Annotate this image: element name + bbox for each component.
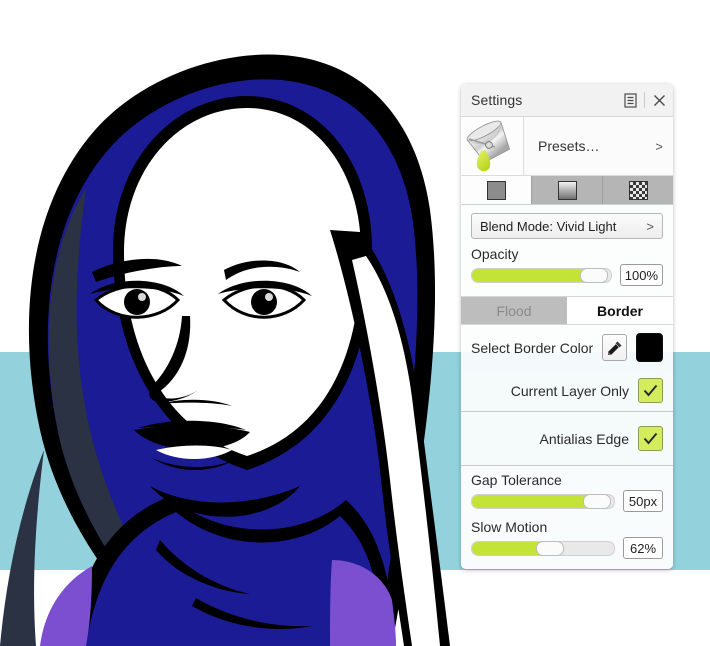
settings-panel[interactable]: Settings Presets… > Blend Mode: Vivid Li… bbox=[461, 84, 673, 569]
gradient-fill-tab[interactable] bbox=[532, 176, 603, 204]
slow-motion-label: Slow Motion bbox=[471, 519, 548, 535]
mode-tabs[interactable]: Flood Border bbox=[461, 296, 673, 325]
presets-button[interactable]: Presets… > bbox=[524, 117, 673, 175]
current-layer-only-label: Current Layer Only bbox=[510, 382, 629, 399]
check-icon bbox=[643, 384, 658, 397]
eyedropper-icon[interactable] bbox=[602, 334, 628, 361]
blend-opacity-section: Blend Mode: Vivid Light > Opacity 100% bbox=[461, 205, 673, 296]
chevron-right-icon: > bbox=[655, 138, 663, 154]
gap-tolerance-control[interactable]: Gap Tolerance 50px bbox=[471, 472, 663, 512]
chevron-right-icon: > bbox=[646, 218, 654, 234]
blend-mode-label: Blend Mode: Vivid Light bbox=[480, 218, 617, 234]
gap-tolerance-slider-track[interactable] bbox=[471, 493, 615, 509]
tolerance-section: Gap Tolerance 50px Slow Motion 62% bbox=[461, 465, 673, 569]
current-layer-only-row: Current Layer Only bbox=[461, 370, 673, 411]
close-glyph bbox=[653, 94, 665, 106]
opacity-control[interactable]: Opacity 100% bbox=[471, 246, 663, 286]
pattern-fill-tab[interactable] bbox=[603, 176, 673, 204]
current-layer-only-checkbox[interactable] bbox=[638, 378, 663, 403]
gap-tolerance-value[interactable]: 50px bbox=[623, 490, 663, 512]
slow-motion-slider-track[interactable] bbox=[471, 540, 615, 556]
presets-row[interactable]: Presets… > bbox=[461, 117, 673, 176]
opacity-label: Opacity bbox=[471, 246, 519, 262]
slow-motion-value[interactable]: 62% bbox=[623, 537, 663, 559]
slow-motion-slider-fill bbox=[472, 541, 546, 555]
antialias-edge-checkbox[interactable] bbox=[638, 426, 663, 451]
opacity-value[interactable]: 100% bbox=[619, 264, 663, 286]
gap-tolerance-slider-fill bbox=[472, 494, 595, 508]
checkerboard-square-icon bbox=[628, 180, 648, 200]
blend-mode-button[interactable]: Blend Mode: Vivid Light > bbox=[471, 213, 663, 239]
slow-motion-slider-knob[interactable] bbox=[536, 540, 565, 556]
presets-label: Presets… bbox=[538, 138, 600, 154]
eyedropper-glyph bbox=[607, 341, 622, 355]
opacity-slider-track[interactable] bbox=[471, 267, 612, 283]
opacity-slider-fill bbox=[472, 268, 595, 282]
gradient-square-icon bbox=[557, 180, 577, 200]
paint-bucket-glyph bbox=[466, 120, 511, 172]
check-icon bbox=[643, 432, 658, 445]
flood-tab[interactable]: Flood bbox=[461, 297, 567, 324]
border-color-label: Select Border Color bbox=[471, 339, 594, 356]
slow-motion-control[interactable]: Slow Motion 62% bbox=[471, 519, 663, 559]
border-color-swatch[interactable] bbox=[636, 333, 663, 362]
opacity-slider-knob[interactable] bbox=[580, 267, 609, 283]
fill-type-tabs[interactable] bbox=[461, 176, 673, 205]
border-tab[interactable]: Border bbox=[567, 297, 673, 324]
antialias-edge-row: Antialias Edge bbox=[461, 411, 673, 465]
border-color-row: Select Border Color bbox=[461, 325, 673, 370]
gap-tolerance-slider-knob[interactable] bbox=[582, 493, 611, 509]
solid-square-icon bbox=[486, 180, 506, 200]
paint-bucket-icon[interactable] bbox=[461, 117, 524, 175]
panel-title: Settings bbox=[471, 92, 523, 108]
antialias-edge-label: Antialias Edge bbox=[539, 430, 629, 447]
document-list-icon[interactable] bbox=[616, 84, 644, 116]
document-list-glyph bbox=[623, 92, 637, 108]
panel-titlebar: Settings bbox=[461, 84, 673, 117]
close-icon[interactable] bbox=[645, 84, 673, 116]
solid-fill-tab[interactable] bbox=[461, 176, 532, 204]
gap-tolerance-label: Gap Tolerance bbox=[471, 472, 562, 488]
